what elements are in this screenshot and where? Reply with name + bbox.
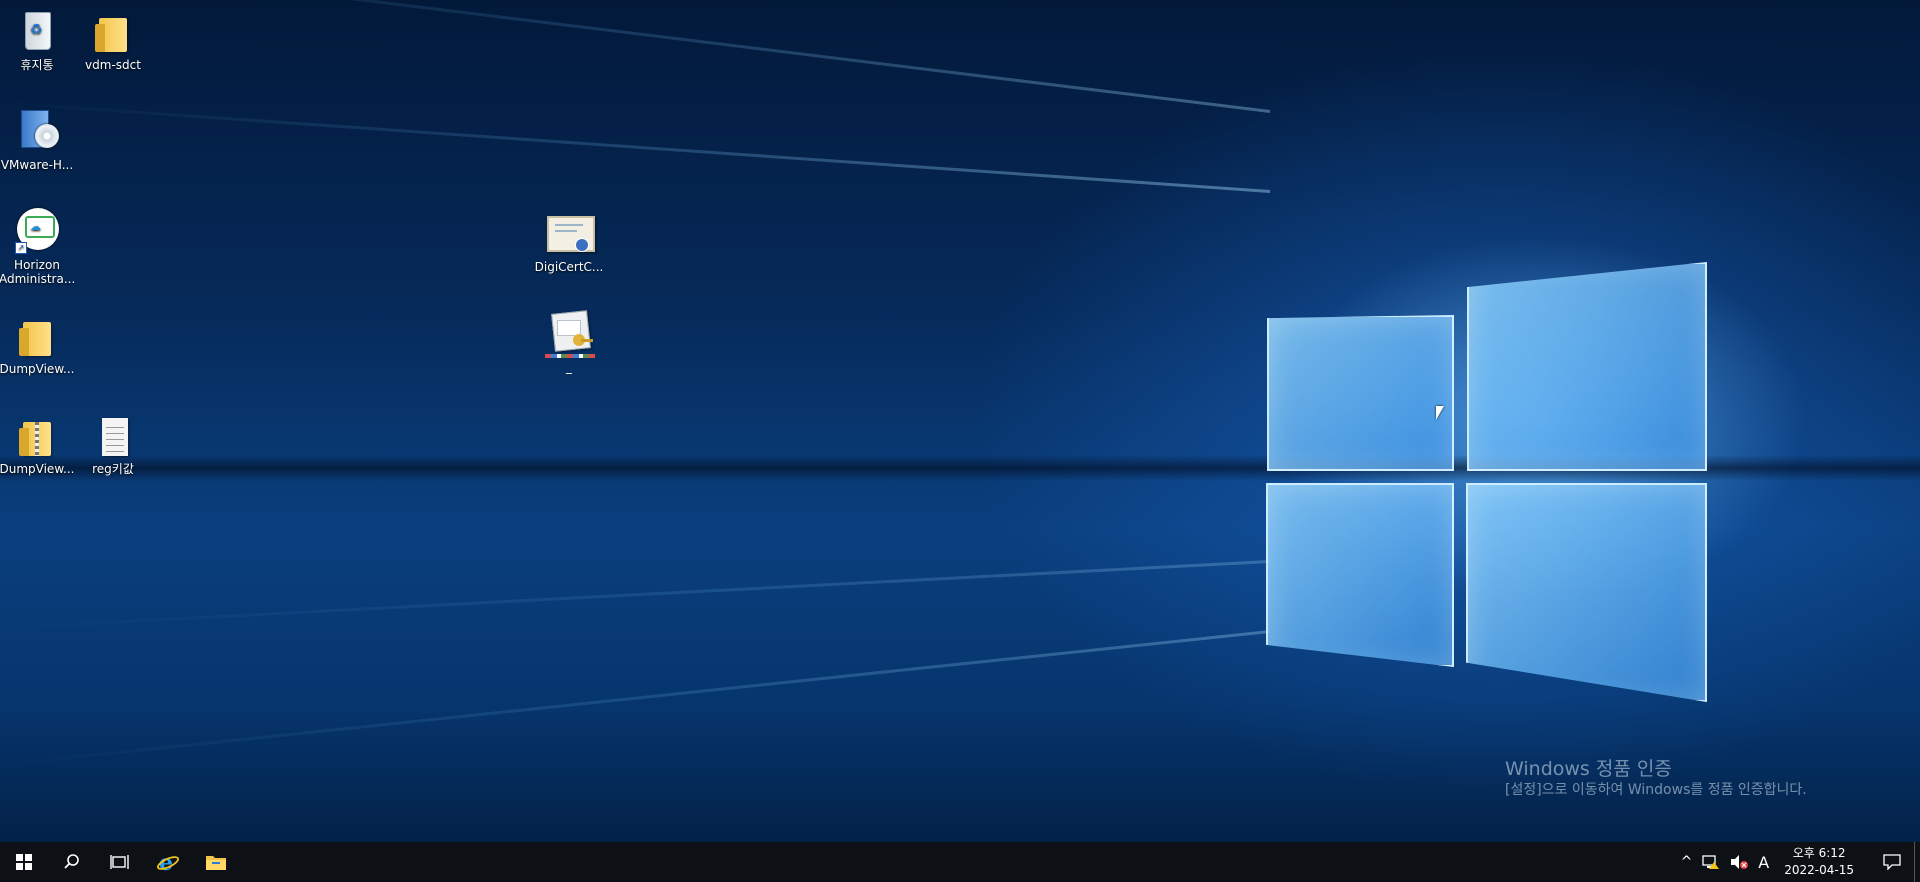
activation-watermark: Windows 정품 인증 [설정]으로 이동하여 Windows를 정품 인증… bbox=[1505, 757, 1807, 799]
desktop-icon-vdm-sdct[interactable]: vdm-sdct bbox=[75, 8, 151, 72]
folder-icon bbox=[89, 8, 137, 56]
show-hidden-icons-button[interactable]: ^ bbox=[1676, 854, 1698, 870]
certificate-icon bbox=[545, 210, 595, 258]
text-file-icon bbox=[89, 412, 137, 460]
activation-watermark-title: Windows 정품 인증 bbox=[1505, 758, 1672, 780]
certificate-key-icon bbox=[545, 310, 595, 358]
desktop-icon-label: 휴지통 bbox=[20, 58, 54, 72]
network-button[interactable] bbox=[1697, 854, 1725, 870]
activation-watermark-subtitle: [설정]으로 이동하여 Windows를 정품 인증합니다. bbox=[1505, 782, 1807, 798]
system-tray: ^ A 오후 6:12 2022-04-15 bbox=[1676, 842, 1920, 882]
folder-icon bbox=[13, 312, 61, 360]
show-desktop-button[interactable] bbox=[1914, 842, 1920, 882]
search-button[interactable] bbox=[48, 842, 96, 882]
desktop-icon-label: VMware-H... bbox=[0, 158, 74, 172]
start-icon bbox=[16, 854, 32, 870]
desktop-icon-reg-text[interactable]: reg키값 bbox=[75, 412, 151, 476]
notification-icon bbox=[1883, 854, 1901, 870]
desktop-icon-horizon-admin[interactable]: ☁ ↗ Horizon Administra... bbox=[0, 208, 75, 286]
zip-folder-icon bbox=[13, 412, 61, 460]
light-beam bbox=[9, 0, 1271, 113]
mouse-cursor bbox=[1436, 406, 1444, 420]
chevron-up-icon: ^ bbox=[1680, 854, 1693, 870]
light-beam bbox=[6, 630, 1271, 766]
clock-time: 오후 6:12 bbox=[1792, 846, 1846, 860]
desktop-background[interactable]: ♻ 휴지통 vdm-sdct VMware-H... ☁ ↗ Horizon A… bbox=[0, 0, 1920, 882]
desktop-icon-label: DigiCertC... bbox=[534, 260, 604, 274]
internet-explorer-button[interactable]: e bbox=[144, 842, 192, 882]
installer-icon bbox=[13, 108, 61, 156]
desktop-icon-label: DumpView... bbox=[0, 462, 75, 476]
ime-mode-label: A bbox=[1758, 852, 1770, 872]
desktop-icon-digicert[interactable]: DigiCertC... bbox=[531, 210, 607, 274]
task-view-icon bbox=[110, 855, 129, 869]
light-beam bbox=[1, 560, 1271, 630]
windows-logo-pane-top-right bbox=[1467, 262, 1707, 471]
task-view-button[interactable] bbox=[96, 842, 144, 882]
file-explorer-icon bbox=[206, 856, 226, 870]
desktop-icon-dumpview-zip[interactable]: DumpView... bbox=[0, 412, 75, 476]
desktop-icon-label: vdm-sdct bbox=[85, 58, 141, 72]
ime-indicator[interactable]: A bbox=[1753, 853, 1774, 872]
windows-logo-pane-bottom-left bbox=[1266, 483, 1454, 667]
action-center-button[interactable] bbox=[1870, 842, 1914, 882]
network-warning-icon bbox=[1702, 855, 1720, 869]
search-icon bbox=[64, 854, 79, 869]
desktop-icon-label: Horizon Administra... bbox=[0, 258, 75, 286]
file-explorer-button[interactable] bbox=[192, 842, 240, 882]
windows-logo-pane-bottom-right bbox=[1466, 483, 1707, 702]
clock-date: 2022-04-15 bbox=[1784, 863, 1854, 877]
windows-logo-pane-top-left bbox=[1267, 315, 1454, 471]
desktop-icon-label: DumpView... bbox=[0, 362, 75, 376]
internet-explorer-icon: e bbox=[156, 850, 180, 874]
desktop-icon-certificate-key[interactable]: _ bbox=[531, 310, 607, 374]
start-button[interactable] bbox=[0, 842, 48, 882]
desktop-icon-recycle-bin[interactable]: ♻ 휴지통 bbox=[0, 8, 75, 72]
desktop-icon-dumpview-folder[interactable]: DumpView... bbox=[0, 312, 75, 376]
volume-button[interactable] bbox=[1725, 854, 1753, 870]
horizon-admin-icon: ☁ ↗ bbox=[13, 208, 61, 256]
desktop-icon-vmware-installer[interactable]: VMware-H... bbox=[0, 108, 75, 172]
desktop-icon-label: _ bbox=[566, 360, 572, 374]
taskbar: e ^ A 오후 6:12 2022-04-15 bbox=[0, 842, 1920, 882]
light-beam bbox=[2, 101, 1271, 193]
recycle-bin-icon: ♻ bbox=[13, 8, 61, 56]
desktop-icon-label: reg키값 bbox=[92, 462, 134, 476]
volume-muted-icon bbox=[1731, 855, 1749, 869]
clock[interactable]: 오후 6:12 2022-04-15 bbox=[1774, 845, 1870, 879]
